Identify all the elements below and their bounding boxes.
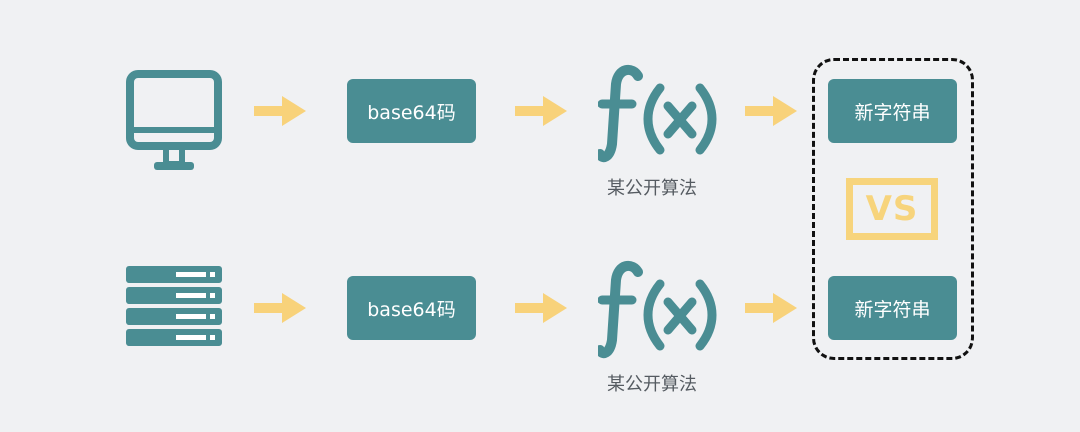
new-string-box: 新字符串 bbox=[828, 79, 957, 143]
new-string-box: 新字符串 bbox=[828, 276, 957, 340]
algorithm-label: 某公开算法 bbox=[607, 374, 697, 395]
base64-box: base64码 bbox=[347, 79, 476, 143]
monitor-icon bbox=[126, 70, 222, 170]
vs-badge: VS bbox=[846, 178, 938, 240]
new-string-label: 新字符串 bbox=[854, 101, 931, 124]
function-fx-icon bbox=[598, 260, 717, 359]
arrow-icon bbox=[515, 96, 567, 126]
arrow-icon bbox=[254, 293, 306, 323]
function-fx-icon bbox=[598, 64, 717, 163]
arrow-icon bbox=[515, 293, 567, 323]
base64-label: base64码 bbox=[367, 101, 456, 124]
new-string-label: 新字符串 bbox=[854, 298, 931, 321]
server-icon bbox=[126, 266, 222, 346]
base64-box: base64码 bbox=[347, 276, 476, 340]
arrow-icon bbox=[254, 96, 306, 126]
arrow-icon bbox=[745, 293, 797, 323]
algorithm-label: 某公开算法 bbox=[607, 178, 697, 199]
vs-label: VS bbox=[865, 189, 919, 229]
arrow-icon bbox=[745, 96, 797, 126]
base64-label: base64码 bbox=[367, 298, 456, 321]
